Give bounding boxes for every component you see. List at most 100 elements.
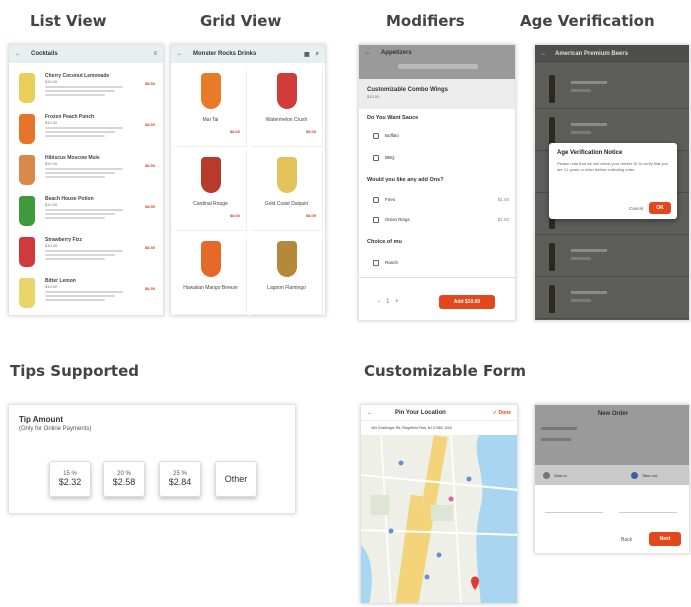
grid-card[interactable]: Watermelon Crush $8.00	[251, 67, 323, 147]
grid-card[interactable]: Gold Coast Daiquiri $8.00	[251, 151, 323, 231]
item-badge: $8.50	[144, 245, 155, 250]
grid-item-name: Watermelon Crush	[265, 117, 308, 123]
age-verification-dialog: Age Verification Notice Please note that…	[549, 143, 677, 219]
drink-image	[19, 278, 35, 308]
section-choice-title: Choice of mu	[367, 239, 402, 245]
back-arrow-icon[interactable]: ←	[177, 51, 183, 57]
modifiers-header: ← Appetizers	[359, 45, 515, 79]
map-view[interactable]	[361, 435, 518, 604]
grid-card[interactable]: Lagoon Flamingo	[251, 235, 323, 315]
list-header: ← Cocktails ≡	[9, 45, 163, 63]
item-price: $10.00	[45, 161, 58, 166]
map-pin-icon	[424, 574, 430, 580]
form-field-1[interactable]	[545, 499, 603, 513]
grid-card[interactable]: Mai Tai $8.00	[175, 67, 247, 147]
drink-image	[19, 237, 35, 267]
grid-card[interactable]: Cardinal Rouge $8.00	[175, 151, 247, 231]
grid-card[interactable]: Hawaiian Mango Breeze	[175, 235, 247, 315]
list-view-screen: ← Cocktails ≡ Cherry Coconut Lemonade $10…	[8, 44, 164, 316]
section-sauce-title: Do You Want Sauce	[367, 115, 419, 121]
drink-image	[201, 157, 221, 193]
back-arrow-icon[interactable]: ←	[15, 51, 21, 57]
age-verification-screen: ← American Premium Beers Age Verificatio…	[534, 44, 690, 321]
option-dine-in[interactable]: Dine-in	[543, 472, 567, 479]
list-item[interactable]: Beach House Potion $10.00 $8.50	[9, 192, 163, 232]
section-addons-title: Would you like any add Ons?	[367, 177, 444, 183]
beer-row	[535, 239, 689, 277]
modifiers-title: Appetizers	[381, 50, 412, 56]
item-badge: $8.50	[144, 204, 155, 209]
item-badge: $8.50	[144, 122, 155, 127]
map-pin-icon	[388, 528, 394, 534]
item-price: $10.00	[45, 202, 58, 207]
item-badge: $8.50	[144, 81, 155, 86]
grid-icon[interactable]: ▦	[304, 51, 310, 58]
item-price: $10.00	[45, 120, 58, 125]
grid-header: ← Monster Rocks Drinks ▦ ⌕	[171, 45, 325, 63]
list-item[interactable]: Frozen Peach Punch $10.00 $8.50	[9, 110, 163, 150]
product-price: $10.00	[367, 94, 380, 99]
tip-20-button[interactable]: 20 % $2.58	[103, 461, 145, 497]
back-button[interactable]: Back	[621, 537, 632, 543]
tip-other-button[interactable]: Other	[215, 461, 257, 497]
menu-icon[interactable]: ≡	[153, 51, 157, 57]
option-bbq[interactable]: BBQ	[373, 155, 395, 161]
dialog-ok-button[interactable]: OK	[649, 202, 671, 214]
option-ranch[interactable]: Ranch	[373, 260, 398, 266]
list-item[interactable]: Hibiscus Moscow Mule $10.00 $8.50	[9, 151, 163, 191]
tips-supported-heading: Tips Supported	[10, 362, 140, 380]
product-name: Customizable Combo Wings	[367, 87, 448, 93]
tip-15-button[interactable]: 15 % $2.32	[49, 461, 91, 497]
grid-view-screen: ← Monster Rocks Drinks ▦ ⌕ Mai Tai $8.00 W…	[170, 44, 326, 316]
grid-item-price: $8.00	[229, 213, 240, 218]
option-take-out[interactable]: Take-out	[631, 472, 657, 479]
pin-location-screen: ← Pin Your Location ✓ Done 463 Challenge…	[360, 404, 518, 604]
form-field-2[interactable]	[619, 499, 677, 513]
back-arrow-icon[interactable]: ←	[541, 51, 547, 57]
option-onion-rings[interactable]: Onion Rings $1.50	[373, 217, 509, 223]
grid-view-heading: Grid View	[200, 12, 282, 30]
back-arrow-icon[interactable]: ←	[367, 410, 373, 416]
option-buffalo[interactable]: Buffalo	[373, 133, 399, 139]
customizable-form-heading: Customizable Form	[364, 362, 526, 380]
beers-title: American Premium Beers	[555, 51, 629, 57]
add-to-cart-button[interactable]: Add $10.00	[439, 295, 495, 309]
tip-25-button[interactable]: 25 % $2.84	[159, 461, 201, 497]
drink-image	[19, 155, 35, 185]
list-item[interactable]: Strawberry Fizz $10.00 $8.50	[9, 233, 163, 273]
list-item[interactable]: Cherry Coconut Lemonade $10.00 $8.50	[9, 69, 163, 109]
quantity-stepper[interactable]: − 1 +	[377, 299, 401, 305]
search-icon[interactable]: ⌕	[316, 51, 319, 58]
tip-title: Tip Amount	[19, 415, 63, 424]
item-price: $10.00	[45, 284, 58, 289]
pin-title: Pin Your Location	[395, 409, 446, 416]
dialog-text: Please note that we will check your driv…	[557, 161, 668, 172]
beer-bottle-image	[549, 75, 555, 103]
done-button[interactable]: ✓ Done	[493, 410, 511, 416]
list-view-heading: List View	[30, 12, 107, 30]
drink-image	[201, 241, 221, 277]
new-order-screen: New Order Dine-in Take-out Back Next	[534, 404, 690, 554]
map-pin-icon	[398, 460, 404, 466]
item-badge: $8.50	[144, 286, 155, 291]
map-pin-icon	[436, 552, 442, 558]
list-item[interactable]: Bitter Lemon $10.00 $8.50	[9, 274, 163, 314]
tip-subtitle: (Only for Online Payments)	[19, 426, 92, 432]
map-pin-icon	[448, 496, 454, 502]
dialog-title: Age Verification Notice	[557, 150, 623, 156]
new-order-title: New Order	[597, 411, 629, 417]
drink-image	[201, 73, 221, 109]
dialog-cancel-button[interactable]: Cancel	[629, 206, 643, 211]
item-badge: $8.50	[144, 163, 155, 168]
beer-row	[535, 281, 689, 319]
beers-header: ← American Premium Beers	[535, 45, 689, 63]
drink-image	[19, 73, 35, 103]
list-items: Cherry Coconut Lemonade $10.00 $8.50 Frozen…	[9, 69, 163, 315]
drink-image	[277, 157, 297, 193]
product-block: Customizable Combo Wings $10.00	[359, 79, 515, 109]
next-button[interactable]: Next	[649, 532, 681, 546]
option-fries[interactable]: Fries $1.00	[373, 197, 509, 203]
back-arrow-icon[interactable]: ←	[365, 50, 371, 56]
grid-item-name: Lagoon Flamingo	[267, 285, 306, 291]
grid-item-price: $8.00	[305, 213, 316, 218]
